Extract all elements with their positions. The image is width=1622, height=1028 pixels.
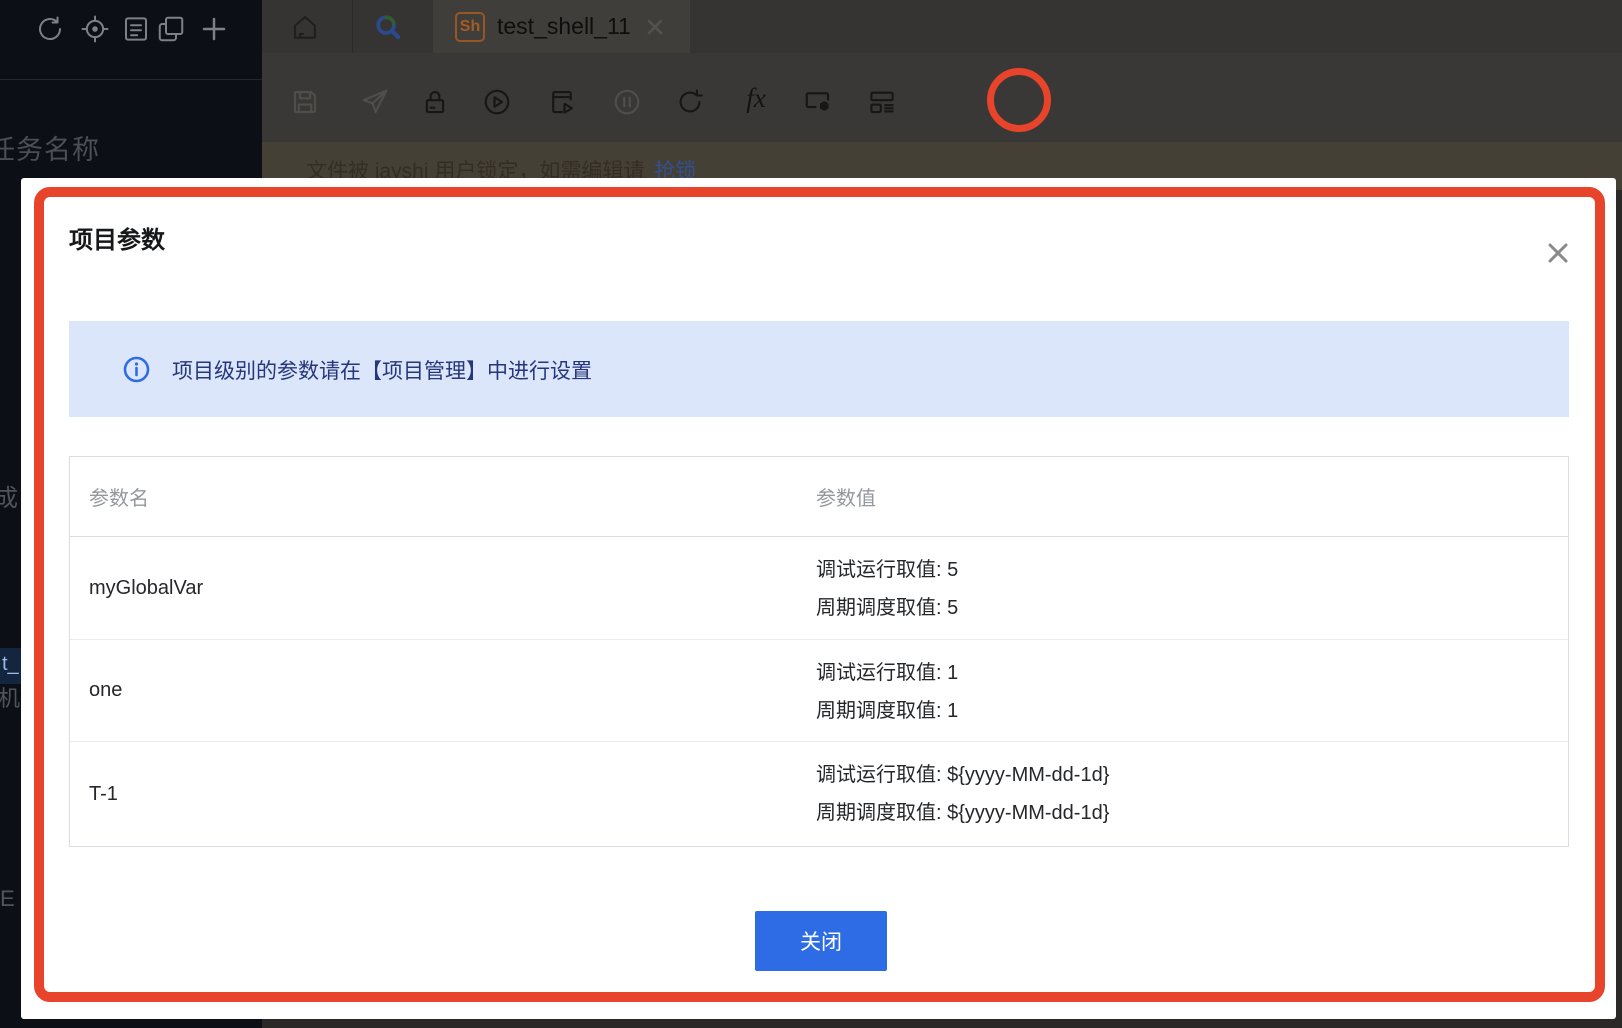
sidebar-item-selected-label: t_ <box>2 653 19 675</box>
info-icon <box>123 356 150 383</box>
editor-toolbar: fx <box>262 53 1622 142</box>
param-name: myGlobalVar <box>89 576 204 599</box>
tab-test-shell-11[interactable]: Sh test_shell_11 <box>433 0 690 53</box>
column-header-name: 参数名 <box>89 488 149 510</box>
table-header-row: 参数名 参数值 <box>70 457 1568 537</box>
info-banner-text: 项目级别的参数请在【项目管理】中进行设置 <box>172 360 592 383</box>
home-icon[interactable] <box>290 12 320 42</box>
param-schedule-value: 周期调度取值: 1 <box>816 700 959 722</box>
copy-icon[interactable] <box>156 14 186 44</box>
project-parameters-dialog: 项目参数 项目级别的参数请在【项目管理】中进行设置 参数名 参数值 myGlob… <box>21 178 1616 1019</box>
info-banner: 项目级别的参数请在【项目管理】中进行设置 <box>69 321 1569 417</box>
sidebar-item-fragment[interactable]: 机 <box>0 681 20 713</box>
tab-title: test_shell_11 <box>497 13 631 39</box>
locate-icon[interactable] <box>80 14 110 44</box>
sidebar-icon-row <box>0 12 262 52</box>
sidebar-item-fragment[interactable]: E <box>0 886 15 912</box>
table-row: T-1 调试运行取值: ${yyyy-MM-dd-1d} 周期调度取值: ${y… <box>70 742 1568 846</box>
dialog-title: 项目参数 <box>69 227 165 254</box>
refresh-icon[interactable] <box>675 87 705 117</box>
document-icon[interactable] <box>121 14 151 44</box>
send-icon[interactable] <box>360 87 390 117</box>
param-schedule-value: 周期调度取值: ${yyyy-MM-dd-1d} <box>816 802 1110 824</box>
column-header-value: 参数值 <box>816 488 876 510</box>
close-button[interactable]: 关闭 <box>755 911 887 971</box>
fx-icon[interactable]: fx <box>736 83 776 123</box>
layout-list-icon[interactable] <box>867 87 897 117</box>
sidebar-divider <box>0 79 262 80</box>
app-root: 任务名称 成 t_ 机 E Sh test_shell_11 fx 文件被 ja… <box>0 0 1622 1028</box>
table-row: one 调试运行取值: 1 周期调度取值: 1 <box>70 640 1568 742</box>
table-row: myGlobalVar 调试运行取值: 5 周期调度取值: 5 <box>70 537 1568 640</box>
param-debug-value: 调试运行取值: 1 <box>816 662 959 684</box>
task-name-filter-input[interactable]: 任务名称 <box>0 128 248 170</box>
top-bar: Sh test_shell_11 fx 文件被 jayshi 用户锁定，如需编辑… <box>262 0 1622 190</box>
pause-circle-icon[interactable] <box>612 87 642 117</box>
sidebar-item-fragment[interactable]: 成 <box>0 478 18 513</box>
lock-icon[interactable] <box>420 87 450 117</box>
parameters-table: 参数名 参数值 myGlobalVar 调试运行取值: 5 周期调度取值: 5 … <box>69 456 1569 847</box>
param-name: T-1 <box>89 782 118 805</box>
run-file-icon[interactable] <box>547 87 577 117</box>
tab-bar: Sh test_shell_11 <box>262 0 1622 53</box>
shell-file-icon: Sh <box>455 11 485 42</box>
param-debug-value: 调试运行取值: 5 <box>816 559 959 581</box>
tab-close-icon[interactable] <box>645 17 665 37</box>
param-debug-value: 调试运行取值: ${yyyy-MM-dd-1d} <box>816 764 1110 786</box>
tabbar-separator <box>352 0 353 53</box>
search-icon[interactable] <box>373 12 403 42</box>
dialog-close-icon[interactable] <box>1543 238 1573 268</box>
save-icon[interactable] <box>290 87 320 117</box>
play-circle-icon[interactable] <box>482 87 512 117</box>
plus-icon[interactable] <box>199 14 229 44</box>
param-schedule-value: 周期调度取值: 5 <box>816 597 959 619</box>
param-name: one <box>89 679 123 701</box>
ops-config-icon[interactable] <box>803 87 833 117</box>
refresh-icon[interactable] <box>35 14 65 44</box>
